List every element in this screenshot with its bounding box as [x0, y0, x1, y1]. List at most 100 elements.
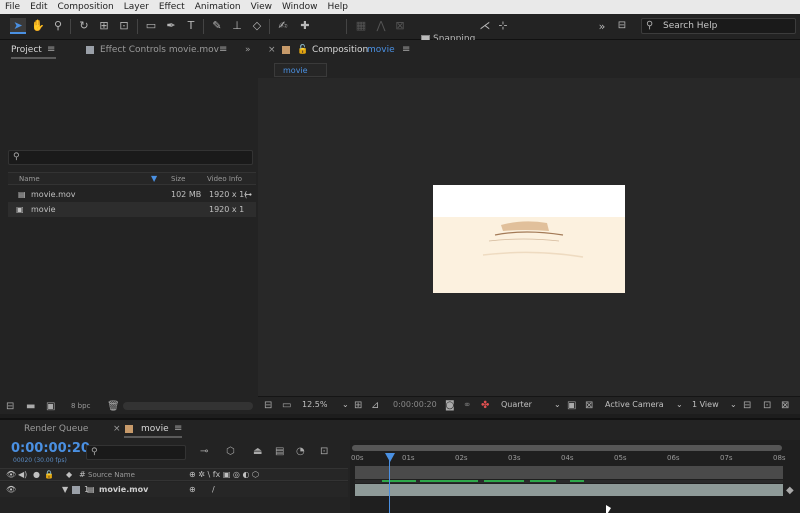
- layer-row[interactable]: 👁 ▼ 1 ▤ movie.mov ⊕ /: [0, 482, 348, 497]
- interpret-footage-icon[interactable]: ⊟: [6, 401, 14, 412]
- camera-view-dropdown[interactable]: Active Camera: [605, 400, 664, 409]
- resolution-dropdown[interactable]: Quarter: [501, 400, 532, 409]
- menu-effect[interactable]: Effect: [154, 0, 190, 14]
- camera-tool-icon[interactable]: ⊞: [96, 18, 112, 34]
- hand-tool-icon[interactable]: ✋: [30, 18, 46, 34]
- sort-arrow-icon[interactable]: ▼: [151, 174, 157, 183]
- pen-tool-icon[interactable]: ✒: [163, 18, 179, 34]
- timeline-toggle-icon[interactable]: ⊠: [781, 400, 789, 411]
- snap-edges-icon[interactable]: ⋌: [477, 18, 493, 34]
- project-search-input[interactable]: ⚲: [8, 150, 253, 165]
- roto-brush-tool-icon[interactable]: ✍: [275, 18, 291, 34]
- menu-view[interactable]: View: [246, 0, 277, 14]
- pixel-aspect-icon[interactable]: ⊟: [743, 400, 751, 411]
- rectangle-tool-icon[interactable]: ▭: [143, 18, 159, 34]
- playhead-line[interactable]: [389, 453, 390, 513]
- selection-tool-icon[interactable]: ➤: [10, 18, 26, 34]
- show-snapshot-icon[interactable]: ⚭: [463, 400, 471, 411]
- tab-effect-controls[interactable]: Effect Controls movie.mov: [100, 45, 219, 55]
- brush-tool-icon[interactable]: ✎: [209, 18, 225, 34]
- column-name[interactable]: Name: [19, 175, 40, 183]
- video-toggle-icon[interactable]: 👁: [6, 485, 16, 494]
- panel-menu-icon[interactable]: ≡: [47, 44, 55, 55]
- layer-label-swatch[interactable]: [72, 486, 80, 494]
- new-composition-icon[interactable]: ▣: [46, 401, 55, 412]
- timeline-search-input[interactable]: ⚲: [86, 445, 186, 460]
- axis-local-icon[interactable]: ▦: [353, 18, 369, 34]
- menu-edit[interactable]: Edit: [25, 0, 52, 14]
- puppet-pin-tool-icon[interactable]: ✚: [297, 18, 313, 34]
- layer-duration-bar[interactable]: [355, 484, 783, 496]
- delete-icon[interactable]: 🗑: [107, 401, 120, 412]
- graph-editor-icon[interactable]: ⊡: [320, 446, 328, 457]
- fast-previews-icon[interactable]: ⊡: [763, 400, 771, 411]
- resolution-chevron-icon[interactable]: ⌄: [554, 400, 561, 409]
- panel-menu-icon[interactable]: ≡: [174, 423, 182, 434]
- comp-mini-flowchart-icon[interactable]: ⊸: [200, 446, 208, 457]
- tab-project[interactable]: Project: [11, 45, 42, 55]
- layer-switch-quality-icon[interactable]: /: [212, 485, 215, 494]
- work-area-bar[interactable]: [352, 445, 782, 451]
- panel-menu-icon[interactable]: ≡: [219, 44, 227, 55]
- menu-animation[interactable]: Animation: [190, 0, 246, 14]
- close-tab-icon[interactable]: ×: [268, 45, 276, 55]
- monitor-icon[interactable]: ▭: [282, 400, 291, 411]
- view-layout-chevron-icon[interactable]: ⌄: [730, 400, 737, 409]
- comp-navigator-label[interactable]: movie: [274, 63, 327, 77]
- zoom-tool-icon[interactable]: ⚲: [50, 18, 66, 34]
- source-name-header[interactable]: Source Name: [88, 471, 135, 479]
- magnification-chevron-icon[interactable]: ⌄: [342, 400, 349, 409]
- column-size[interactable]: Size: [171, 175, 185, 183]
- lock-icon[interactable]: 🔓: [297, 45, 308, 55]
- layer-expand-icon[interactable]: ▼: [62, 485, 68, 494]
- region-of-interest-icon[interactable]: ▣: [567, 400, 576, 411]
- mask-visibility-icon[interactable]: ⊿: [371, 400, 379, 411]
- layer-switch-shy-icon[interactable]: ⊕: [189, 485, 196, 494]
- axis-view-icon[interactable]: ⊠: [392, 18, 408, 34]
- always-preview-icon[interactable]: ⊟: [264, 400, 272, 411]
- search-help-field[interactable]: ⚲ Search Help: [641, 18, 796, 34]
- tab-composition-name[interactable]: movie: [367, 45, 395, 55]
- transparency-grid-icon[interactable]: ⊠: [585, 400, 593, 411]
- clone-stamp-tool-icon[interactable]: ⊥: [229, 18, 245, 34]
- frame-blending-icon[interactable]: ▤: [275, 446, 284, 457]
- close-tab-icon[interactable]: ×: [113, 424, 121, 434]
- draft-3d-icon[interactable]: ⬡: [226, 446, 235, 457]
- rotation-tool-icon[interactable]: ↻: [76, 18, 92, 34]
- view-layout-dropdown[interactable]: 1 View: [692, 400, 719, 409]
- menu-layer[interactable]: Layer: [119, 0, 154, 14]
- menu-file[interactable]: File: [0, 0, 25, 14]
- snapshot-camera-icon[interactable]: ◙: [445, 400, 455, 411]
- menu-composition[interactable]: Composition: [53, 0, 119, 14]
- hide-shy-layers-icon[interactable]: ⏏: [253, 446, 262, 457]
- tab-composition[interactable]: Composition: [312, 45, 368, 55]
- tab-timeline-comp[interactable]: movie: [141, 424, 169, 434]
- menu-help[interactable]: Help: [322, 0, 353, 14]
- pan-behind-tool-icon[interactable]: ⊡: [116, 18, 132, 34]
- grid-guides-icon[interactable]: ⊞: [354, 400, 362, 411]
- current-time-display[interactable]: 0:00:00:20: [393, 400, 437, 409]
- snap-features-icon[interactable]: ⊹: [495, 18, 511, 34]
- playhead-handle[interactable]: [385, 453, 395, 462]
- panel-menu-icon[interactable]: ≡: [402, 44, 410, 55]
- new-folder-icon[interactable]: ▬: [26, 401, 35, 412]
- column-video-info[interactable]: Video Info: [207, 175, 242, 183]
- project-horizontal-scrollbar[interactable]: [123, 402, 253, 410]
- color-channels-icon[interactable]: ✤: [481, 400, 489, 411]
- type-tool-icon[interactable]: T: [183, 18, 199, 34]
- tab-render-queue[interactable]: Render Queue: [24, 424, 88, 434]
- magnification-dropdown[interactable]: 12.5%: [302, 400, 327, 409]
- camera-chevron-icon[interactable]: ⌄: [676, 400, 683, 409]
- bit-depth-button[interactable]: 8 bpc: [71, 402, 90, 410]
- axis-world-icon[interactable]: ⋀: [373, 18, 389, 34]
- menu-window[interactable]: Window: [277, 0, 323, 14]
- toolbar-overflow-icon[interactable]: »: [594, 19, 610, 35]
- motion-blur-icon[interactable]: ◔: [296, 446, 305, 457]
- panel-overflow-icon[interactable]: »: [245, 45, 251, 55]
- workspace-icon[interactable]: ⊟: [614, 18, 630, 34]
- layer-name[interactable]: movie.mov: [99, 485, 148, 494]
- composition-frame[interactable]: [433, 185, 625, 293]
- eraser-tool-icon[interactable]: ◇: [249, 18, 265, 34]
- timeline-current-time[interactable]: 0:00:00:20: [11, 441, 90, 456]
- project-item-row[interactable]: ▣ movie 1920 x 1: [8, 202, 256, 217]
